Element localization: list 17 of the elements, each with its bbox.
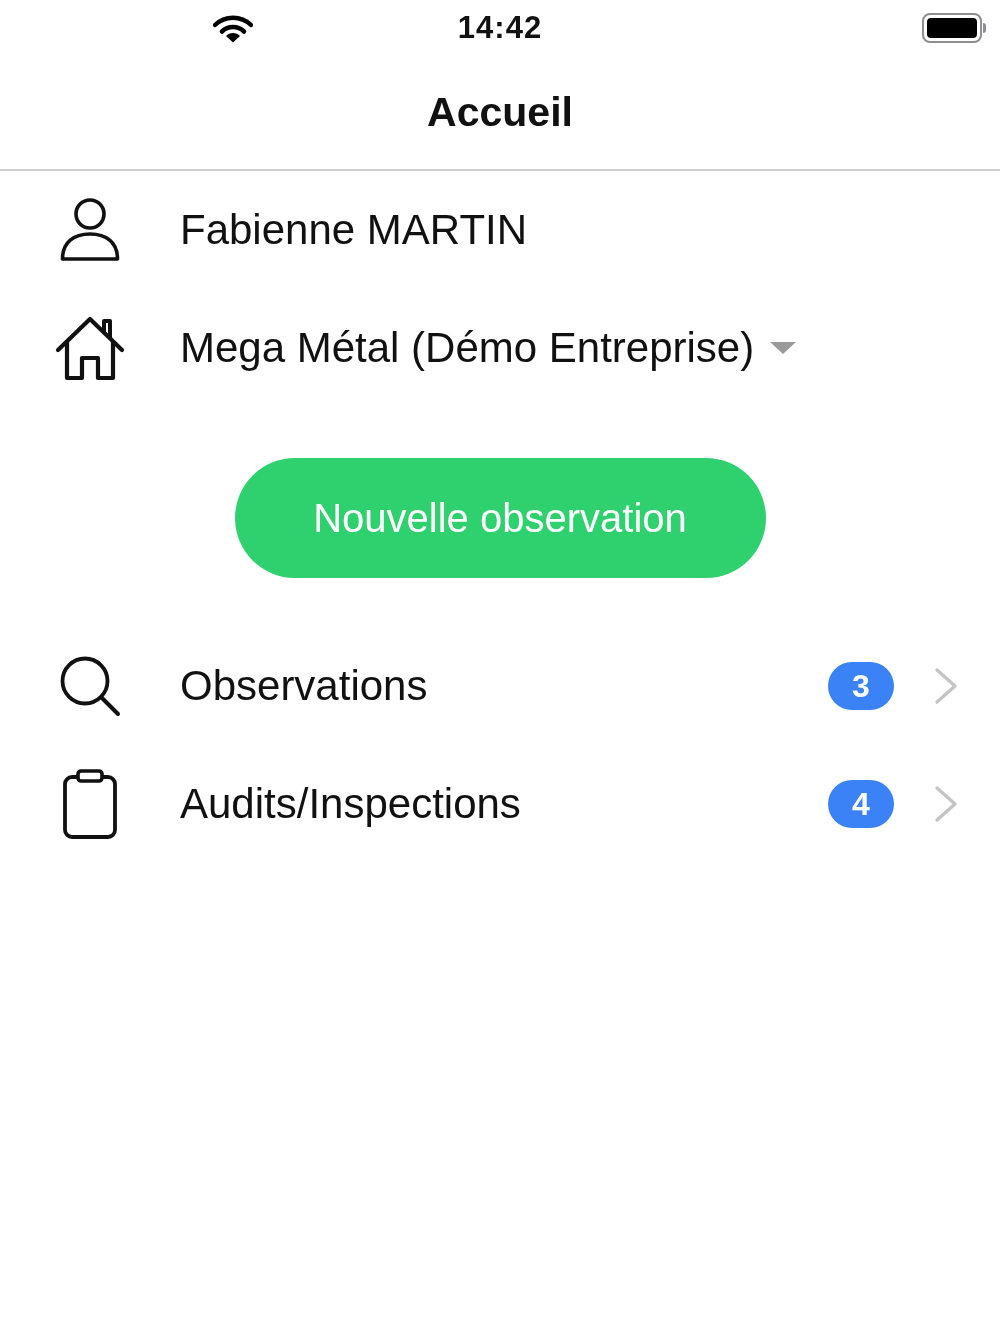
person-icon: [59, 197, 121, 263]
menu-item-label[interactable]: Observations: [180, 662, 428, 710]
chevron-icon[interactable]: [934, 667, 958, 705]
battery-icon: [922, 13, 986, 43]
menu-item-label[interactable]: Audits/Inspections: [180, 780, 521, 828]
count-badge: 4: [828, 780, 894, 828]
house-icon: [55, 315, 125, 381]
page-title: Accueil: [427, 89, 573, 136]
chevron-icon[interactable]: [934, 785, 958, 823]
clipboard-icon: [63, 769, 117, 839]
search-icon: [59, 655, 121, 717]
user-name: Fabienne MARTIN: [180, 206, 528, 254]
count-badge: 3: [828, 662, 894, 710]
caret-icon[interactable]: [770, 342, 797, 354]
wifi-icon: [213, 15, 253, 43]
company-selector[interactable]: Mega Métal (Démo Entreprise): [180, 324, 755, 372]
status-time: 14:42: [457, 10, 543, 46]
